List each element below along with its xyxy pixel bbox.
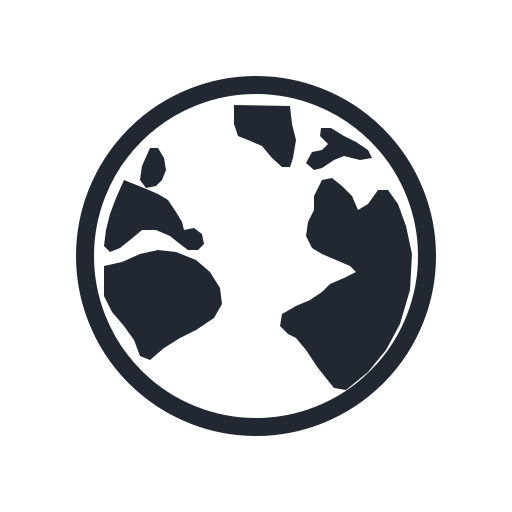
icon-canvas [0,0,512,512]
landmass-left-upper [140,148,166,188]
globe-graphic [76,76,436,436]
landmass-left-middle [104,180,204,252]
landmass-top-right [306,128,372,170]
globe-icon [0,0,512,512]
landmass-top-center [234,105,296,167]
landmass-left-lower [104,250,222,360]
